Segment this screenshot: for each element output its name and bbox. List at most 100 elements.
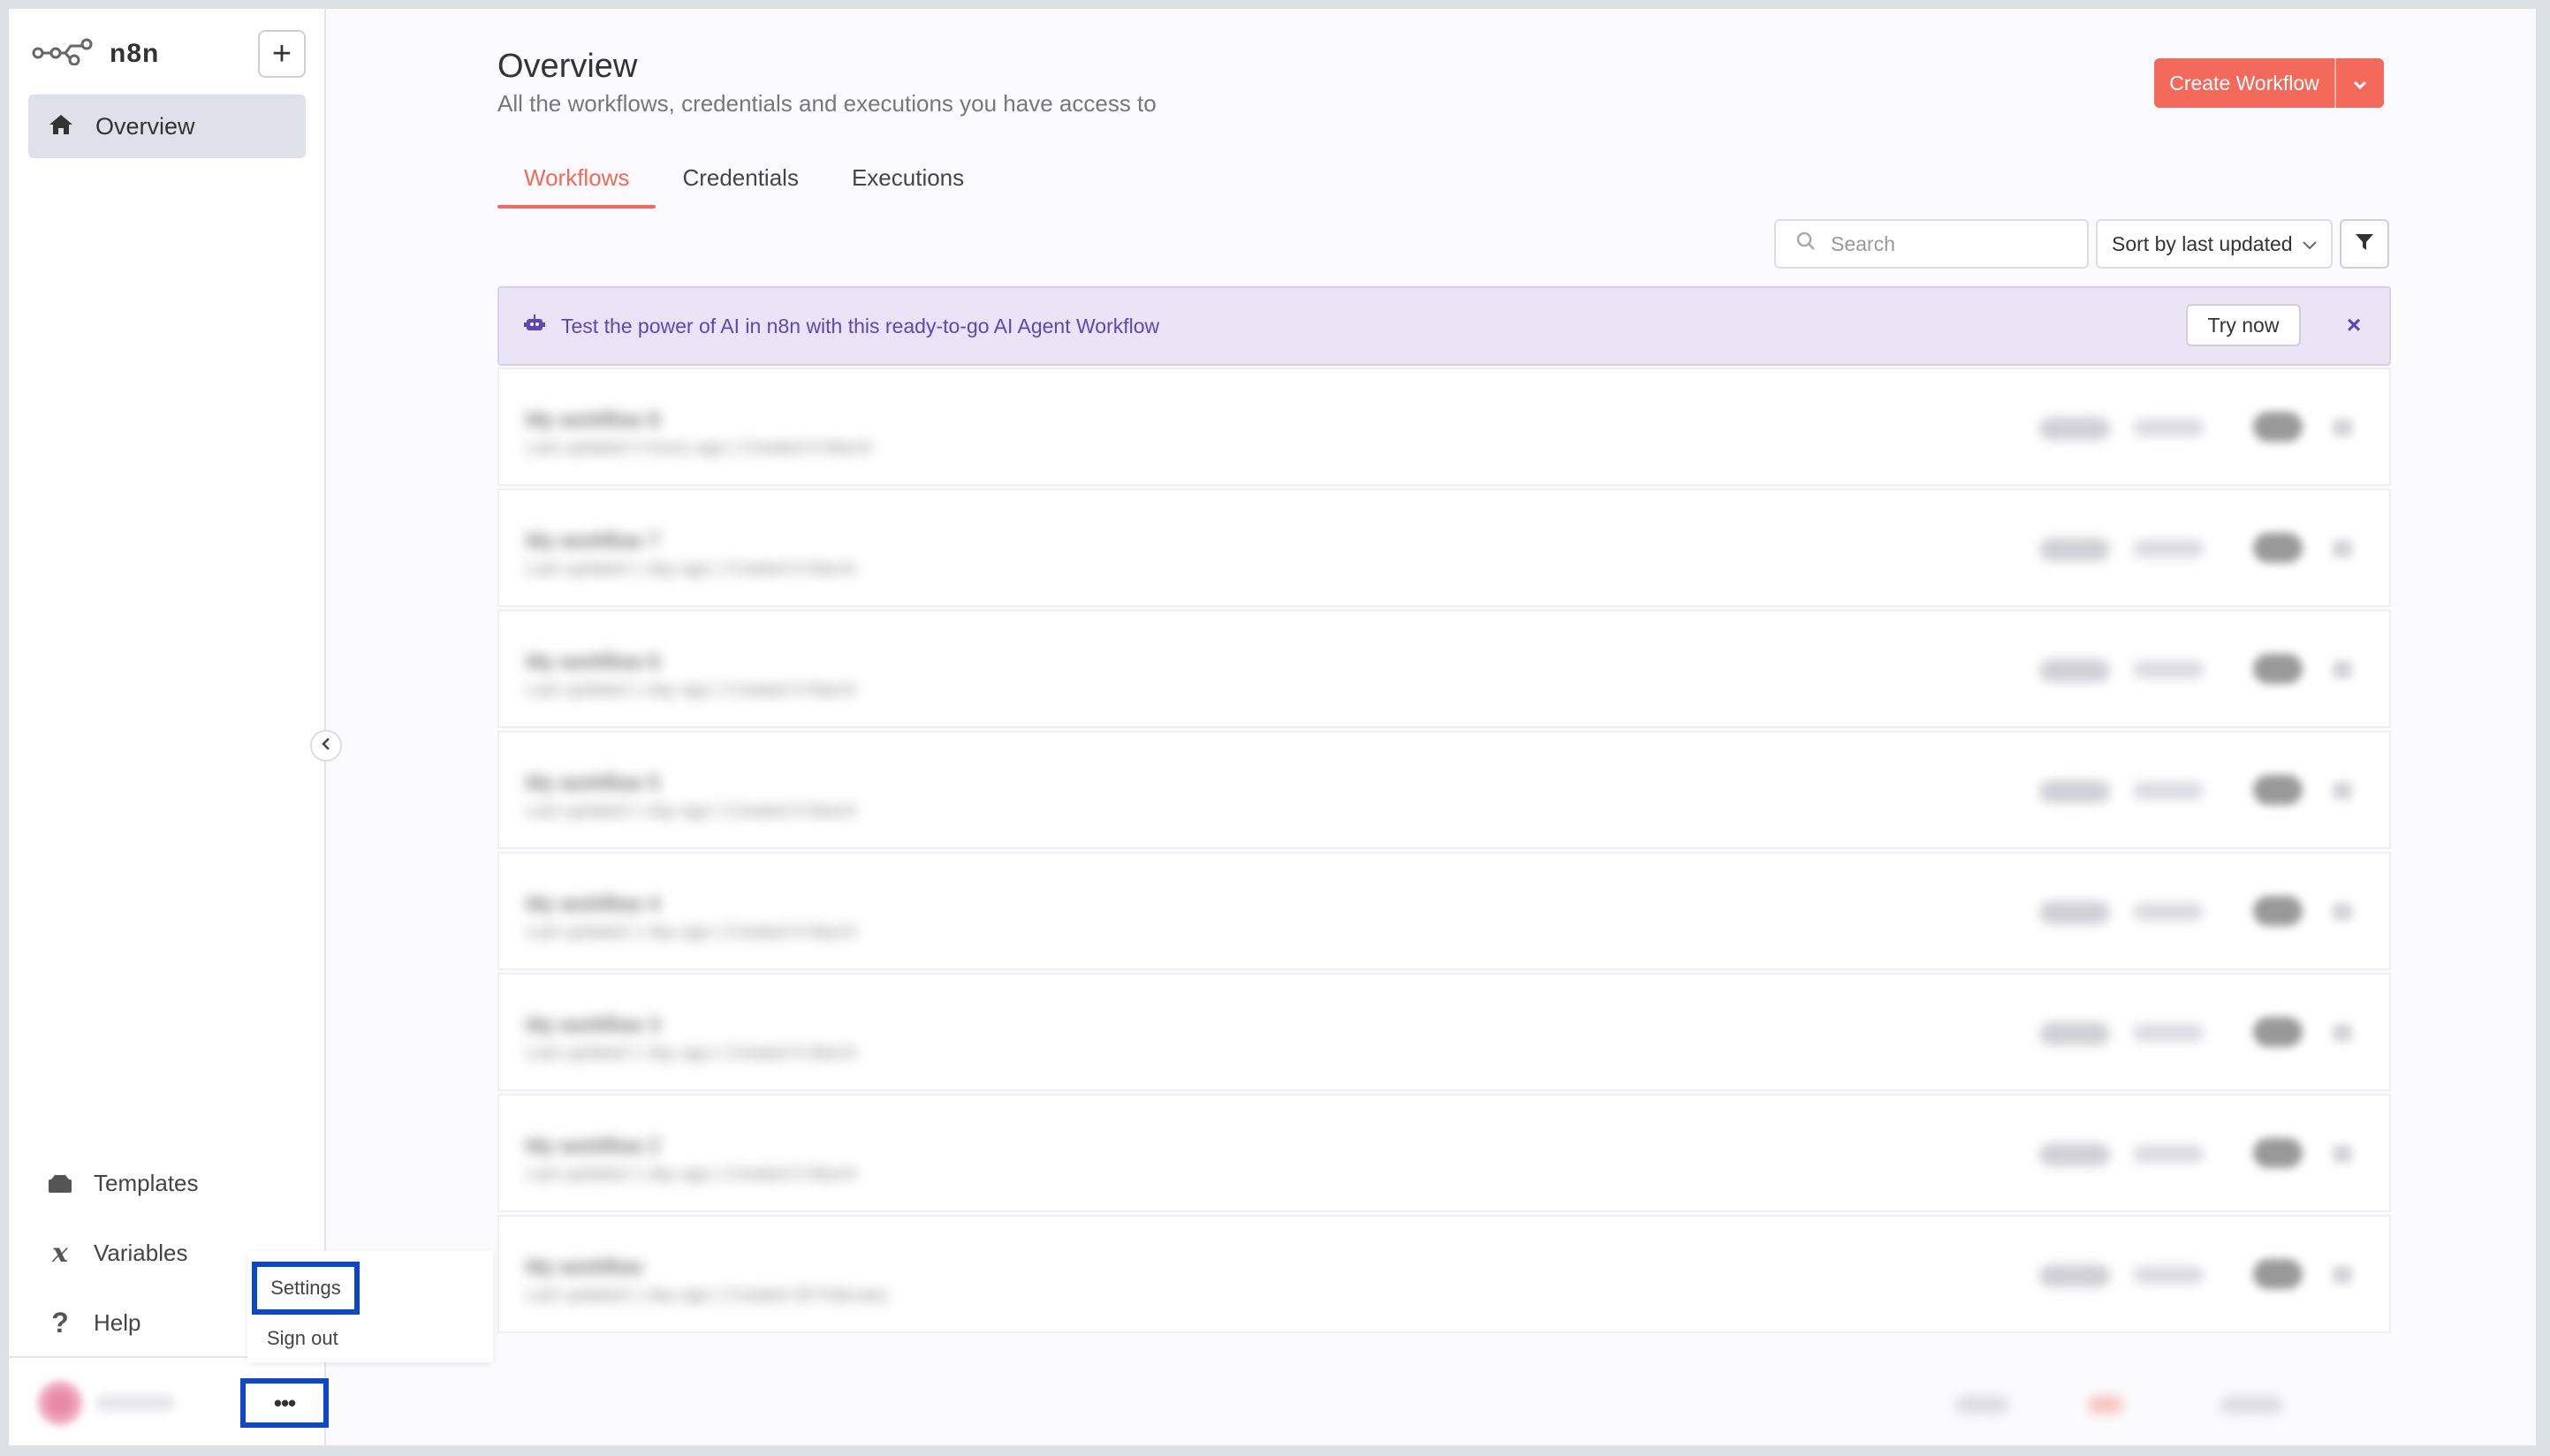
status-badge bbox=[2133, 903, 2204, 921]
templates-icon bbox=[46, 1174, 74, 1194]
current-page[interactable] bbox=[2088, 1396, 2123, 1414]
workflow-name: My workflow 8 bbox=[526, 408, 661, 432]
workflow-meta: Last updated 1 day ago | Created 6 March bbox=[526, 922, 857, 942]
sort-select[interactable]: Sort by last updated bbox=[2096, 219, 2333, 269]
workflow-name: My workflow 7 bbox=[526, 529, 661, 553]
owner-badge bbox=[2039, 1143, 2110, 1166]
more-icon[interactable] bbox=[2333, 1024, 2352, 1042]
active-toggle[interactable] bbox=[2253, 775, 2303, 805]
more-icon: ••• bbox=[273, 1389, 296, 1416]
active-toggle[interactable] bbox=[2253, 533, 2303, 563]
workflow-name: My workflow 3 bbox=[526, 1013, 661, 1037]
tab-workflows[interactable]: Workflows bbox=[497, 159, 656, 209]
workflow-row[interactable]: My workflow 5 Last updated 1 day ago | Cr… bbox=[497, 731, 2391, 849]
tab-credentials[interactable]: Credentials bbox=[656, 159, 825, 209]
workflow-row[interactable]: My workflow Last updated 1 day ago | Crea… bbox=[497, 1215, 2391, 1333]
workflow-row[interactable]: My workflow 2 Last updated 1 day ago | Cr… bbox=[497, 1094, 2391, 1212]
status-badge bbox=[2133, 782, 2204, 800]
page-nav[interactable] bbox=[2220, 1396, 2282, 1414]
chevron-left-icon bbox=[320, 737, 332, 755]
more-icon[interactable] bbox=[2333, 419, 2352, 436]
user-menu-popup: Settings Sign out bbox=[247, 1251, 493, 1362]
status-badge bbox=[2133, 661, 2204, 679]
tab-bar: Workflows Credentials Executions bbox=[497, 159, 990, 209]
sidebar-item-overview[interactable]: Overview bbox=[28, 95, 306, 158]
active-toggle[interactable] bbox=[2253, 1017, 2303, 1047]
sidebar-item-templates[interactable]: Templates bbox=[46, 1170, 199, 1197]
active-toggle[interactable] bbox=[2253, 654, 2303, 684]
owner-badge bbox=[2039, 780, 2110, 803]
workflow-meta: Last updated 1 day ago | Created 6 March bbox=[526, 1164, 857, 1184]
sidebar-item-label: Help bbox=[94, 1309, 141, 1336]
sort-value: Sort by last updated bbox=[2112, 231, 2293, 255]
menu-item-settings[interactable]: Settings bbox=[252, 1262, 360, 1315]
help-icon: ? bbox=[51, 1307, 69, 1338]
workflow-row[interactable]: My workflow 6 Last updated 1 day ago | Cr… bbox=[497, 610, 2391, 728]
more-icon[interactable] bbox=[2333, 782, 2352, 800]
try-now-button[interactable]: Try now bbox=[2186, 304, 2301, 346]
variables-icon: x bbox=[52, 1238, 68, 1269]
sidebar-item-label: Variables bbox=[94, 1240, 188, 1266]
create-workflow-dropdown[interactable] bbox=[2336, 58, 2384, 108]
menu-item-sign-out[interactable]: Sign out bbox=[267, 1327, 338, 1350]
workflow-meta: Last updated 4 hours ago | Created 6 Mar… bbox=[526, 438, 873, 458]
workflow-meta: Last updated 1 day ago | Created 6 March bbox=[526, 1043, 857, 1063]
workflow-meta: Last updated 1 day ago | Created 6 March bbox=[526, 559, 857, 579]
logo[interactable]: n8n bbox=[32, 37, 159, 70]
more-icon[interactable] bbox=[2333, 903, 2352, 921]
n8n-logo-icon bbox=[32, 37, 95, 70]
banner-text: Test the power of AI in n8n with this re… bbox=[561, 314, 1160, 337]
robot-icon bbox=[524, 314, 545, 338]
search-input[interactable]: Search bbox=[1774, 219, 2089, 269]
sidebar: n8n + Overview Templates x Variables ? H… bbox=[9, 9, 329, 1445]
create-workflow-button[interactable]: Create Workflow bbox=[2154, 58, 2384, 108]
active-toggle[interactable] bbox=[2253, 1138, 2303, 1168]
active-toggle[interactable] bbox=[2253, 1259, 2303, 1289]
chevron-down-icon bbox=[2353, 72, 2367, 95]
sidebar-item-label: Templates bbox=[94, 1170, 199, 1196]
workflow-meta: Last updated 1 day ago | Created 28 Febr… bbox=[526, 1285, 888, 1305]
create-workflow-label[interactable]: Create Workflow bbox=[2154, 58, 2336, 108]
active-toggle[interactable] bbox=[2253, 896, 2303, 926]
owner-badge bbox=[2039, 417, 2110, 440]
workflow-name: My workflow 5 bbox=[526, 771, 661, 795]
plus-icon: + bbox=[271, 35, 292, 72]
workflow-row[interactable]: My workflow 4 Last updated 1 day ago | Cr… bbox=[497, 852, 2391, 970]
app-window: n8n + Overview Templates x Variables ? H… bbox=[9, 9, 2536, 1445]
pagination bbox=[497, 1361, 2391, 1445]
status-badge bbox=[2133, 419, 2204, 436]
filter-button[interactable] bbox=[2340, 219, 2389, 269]
workflow-name: My workflow 6 bbox=[526, 650, 661, 674]
tab-executions[interactable]: Executions bbox=[825, 159, 990, 209]
more-icon[interactable] bbox=[2333, 1145, 2352, 1163]
workflow-row[interactable]: My workflow 7 Last updated 1 day ago | Cr… bbox=[497, 489, 2391, 607]
sidebar-item-label: Overview bbox=[95, 112, 195, 140]
sidebar-item-variables[interactable]: x Variables bbox=[46, 1238, 187, 1269]
owner-badge bbox=[2039, 901, 2110, 924]
page-title: Overview bbox=[497, 48, 638, 85]
more-icon[interactable] bbox=[2333, 1266, 2352, 1284]
owner-badge bbox=[2039, 1022, 2110, 1045]
user-menu-button[interactable]: ••• bbox=[240, 1378, 329, 1428]
page-size[interactable] bbox=[1955, 1396, 2008, 1414]
chevron-down-icon bbox=[2302, 232, 2318, 256]
sidebar-item-help[interactable]: ? Help bbox=[46, 1307, 140, 1339]
workflow-row[interactable]: My workflow 8 Last updated 4 hours ago | … bbox=[497, 368, 2391, 486]
more-icon[interactable] bbox=[2333, 540, 2352, 557]
avatar[interactable] bbox=[37, 1380, 83, 1426]
ai-banner: Test the power of AI in n8n with this re… bbox=[497, 286, 2391, 366]
add-button[interactable]: + bbox=[258, 30, 306, 78]
collapse-sidebar-button[interactable] bbox=[310, 730, 342, 762]
home-icon bbox=[48, 113, 74, 140]
more-icon[interactable] bbox=[2333, 661, 2352, 679]
workflow-row[interactable]: My workflow 3 Last updated 1 day ago | Cr… bbox=[497, 973, 2391, 1091]
filter-icon bbox=[2355, 232, 2374, 256]
status-badge bbox=[2133, 1266, 2204, 1284]
active-toggle[interactable] bbox=[2253, 412, 2303, 442]
close-icon[interactable]: × bbox=[2338, 309, 2370, 341]
menu-item-label: Settings bbox=[270, 1277, 341, 1299]
app-name: n8n bbox=[110, 38, 160, 68]
owner-badge bbox=[2039, 659, 2110, 682]
status-badge bbox=[2133, 540, 2204, 557]
workflow-list: My workflow 8 Last updated 4 hours ago | … bbox=[497, 368, 2391, 1336]
